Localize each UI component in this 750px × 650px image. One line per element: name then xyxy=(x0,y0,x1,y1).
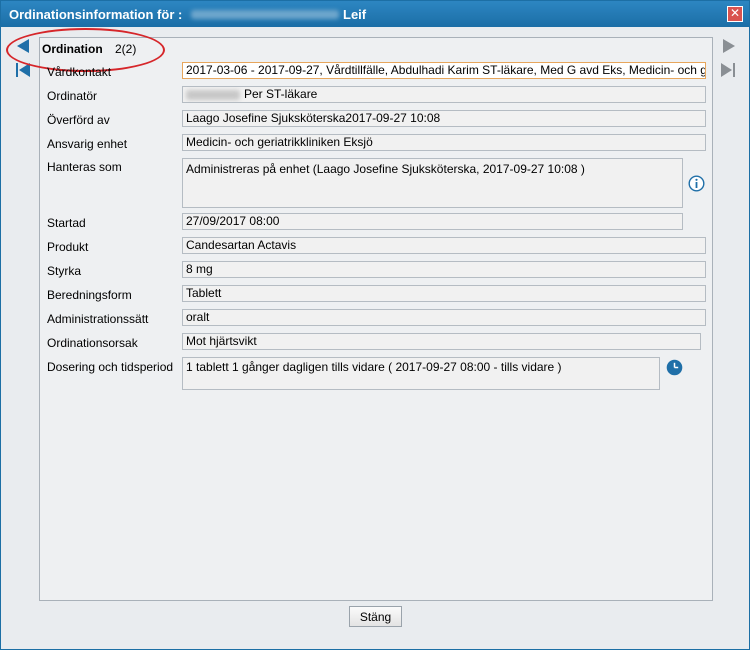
redacted-name xyxy=(186,89,240,100)
administrationssatt-label: Administrationssätt xyxy=(47,312,149,326)
overford-av-label: Överförd av xyxy=(47,113,110,127)
hanteras-som-field[interactable]: Administreras på enhet (Laago Josefine S… xyxy=(182,158,683,208)
vardkontakt-label: Vårdkontakt xyxy=(47,65,112,79)
ansvarig-enhet-field[interactable]: Medicin- och geriatrikkliniken Eksjö xyxy=(182,134,706,151)
ordinationsorsak-field[interactable]: Mot hjärtsvikt xyxy=(182,333,701,350)
ordinationsorsak-label: Ordinationsorsak xyxy=(47,336,138,350)
last-page-icon[interactable] xyxy=(720,62,736,78)
beredningsform-field[interactable]: Tablett xyxy=(182,285,706,302)
hanteras-som-label: Hanteras som xyxy=(47,160,122,174)
ordination-label: Ordination xyxy=(42,42,103,56)
produkt-label: Produkt xyxy=(47,240,89,254)
ordinator-label: Ordinatör xyxy=(47,89,98,103)
clock-icon[interactable] xyxy=(666,359,683,376)
vardkontakt-field[interactable]: 2017-03-06 - 2017-09-27, Vårdtillfälle, … xyxy=(182,62,706,79)
ordinator-value: Per ST-läkare xyxy=(244,87,318,101)
administrationssatt-field[interactable]: oralt xyxy=(182,309,706,326)
dosering-field[interactable]: 1 tablett 1 gånger dagligen tills vidare… xyxy=(182,357,660,390)
beredningsform-label: Beredningsform xyxy=(47,288,132,302)
title-bar: Ordinationsinformation för : Leif ✕ xyxy=(1,1,749,27)
info-icon[interactable] xyxy=(688,175,705,192)
overford-av-field[interactable]: Laago Josefine Sjuksköterska2017-09-27 1… xyxy=(182,110,706,127)
styrka-field[interactable]: 8 mg xyxy=(182,261,706,278)
startad-field[interactable]: 27/09/2017 08:00 xyxy=(182,213,683,230)
redacted-patient-name xyxy=(191,10,339,19)
triangle-right-icon[interactable] xyxy=(722,38,736,54)
startad-label: Startad xyxy=(47,216,86,230)
styrka-label: Styrka xyxy=(47,264,82,278)
produkt-field[interactable]: Candesartan Actavis xyxy=(182,237,706,254)
close-button[interactable]: Stäng xyxy=(349,606,402,627)
close-icon[interactable]: ✕ xyxy=(727,6,743,22)
patient-first-name: Leif xyxy=(343,7,367,22)
dialog-window: Ordinationsinformation för : Leif ✕ Ordi… xyxy=(0,0,750,650)
dosering-label: Dosering och tidsperiod xyxy=(47,360,174,374)
ordinator-field[interactable]: Per ST-läkare xyxy=(182,86,706,103)
window-title: Ordinationsinformation för : xyxy=(9,7,183,22)
ansvarig-enhet-label: Ansvarig enhet xyxy=(47,137,128,151)
ordination-count: 2(2) xyxy=(115,42,137,56)
